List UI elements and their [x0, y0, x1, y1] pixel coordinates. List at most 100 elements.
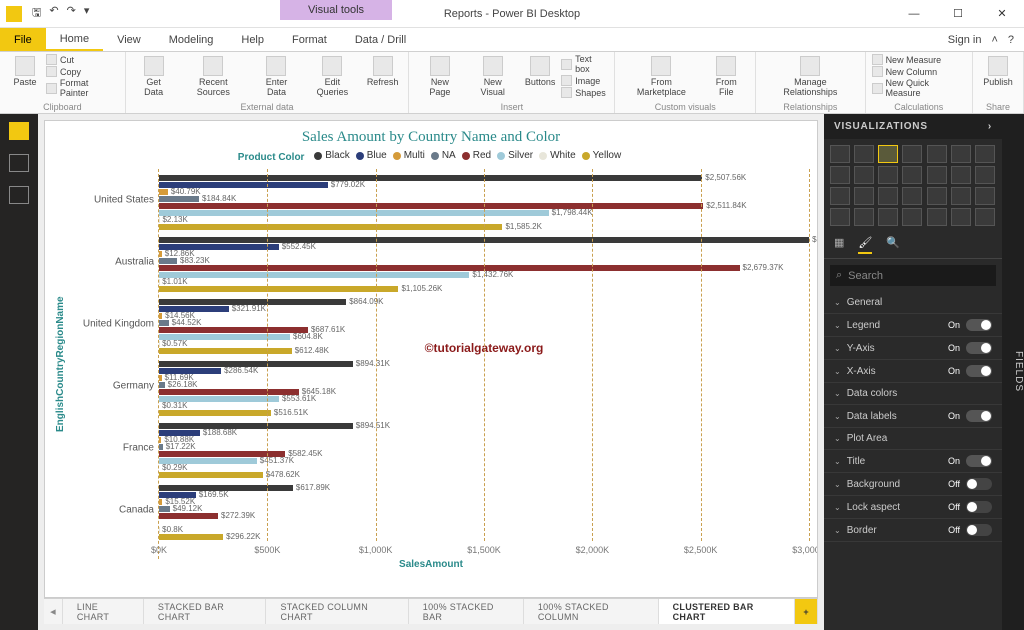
vis-type-icon[interactable] [878, 208, 898, 226]
menu-tab-view[interactable]: View [103, 28, 155, 51]
format-property[interactable]: ⌄Lock aspectOff [824, 496, 1002, 519]
vis-type-icon[interactable] [830, 187, 850, 205]
copy-button[interactable]: Copy [46, 66, 119, 77]
model-view-icon[interactable] [9, 186, 29, 204]
vis-type-icon[interactable] [854, 166, 874, 184]
vis-type-icon[interactable] [927, 208, 947, 226]
format-property[interactable]: ⌄Data colors [824, 383, 1002, 405]
close-button[interactable]: ✕ [980, 0, 1024, 28]
vis-type-icon[interactable] [927, 145, 947, 163]
new-quick-measure-button[interactable]: New Quick Measure [872, 78, 966, 98]
manage-relationships-button[interactable]: Manage Relationships [762, 54, 858, 100]
textbox-button[interactable]: Text box [561, 54, 608, 74]
page-tab[interactable]: CLUSTERED BAR CHART [659, 599, 796, 624]
format-property[interactable]: ⌄TitleOn [824, 450, 1002, 473]
vis-type-icon[interactable] [902, 145, 922, 163]
new-column-button[interactable]: New Column [872, 66, 966, 77]
shapes-button[interactable]: Shapes [561, 87, 608, 98]
enter-data-button[interactable]: Enter Data [251, 54, 302, 100]
menu-tab-help[interactable]: Help [227, 28, 278, 51]
format-property[interactable]: ⌄Plot Area [824, 428, 1002, 450]
format-property[interactable]: ⌄BorderOff [824, 519, 1002, 542]
page-tab[interactable]: 100% STACKED COLUMN [524, 599, 659, 624]
buttons-button[interactable]: Buttons [521, 54, 559, 90]
menu-tab-data-drill[interactable]: Data / Drill [341, 28, 420, 51]
menu-tab-format[interactable]: Format [278, 28, 341, 51]
edit-queries-button[interactable]: Edit Queries [304, 54, 361, 100]
legend-item: White [539, 150, 576, 161]
from-marketplace-button[interactable]: From Marketplace [621, 54, 701, 100]
format-property[interactable]: ⌄LegendOn [824, 314, 1002, 337]
vis-type-icon[interactable] [975, 145, 995, 163]
data-label: $617.89K [296, 483, 330, 492]
vis-type-icon[interactable] [951, 187, 971, 205]
vis-type-icon[interactable] [878, 187, 898, 205]
add-page-button[interactable]: + [795, 599, 818, 624]
vis-type-icon[interactable] [830, 145, 850, 163]
vis-type-icon[interactable] [975, 187, 995, 205]
file-menu[interactable]: File [0, 28, 46, 51]
tabs-scroll-left[interactable]: ◂ [44, 599, 63, 624]
redo-icon[interactable]: ↷ [67, 4, 76, 23]
recent-sources-button[interactable]: Recent Sources [178, 54, 250, 100]
menu-tab-home[interactable]: Home [46, 28, 103, 51]
vis-type-icon[interactable] [975, 208, 995, 226]
fields-pane-collapsed[interactable]: FIELDS [1002, 114, 1024, 630]
vis-type-icon[interactable] [854, 187, 874, 205]
qat-dropdown-icon[interactable]: ▾ [84, 4, 90, 23]
vis-type-icon[interactable] [830, 166, 850, 184]
chart-visual[interactable]: Sales Amount by Country Name and Color P… [44, 120, 818, 598]
vis-type-icon[interactable] [902, 208, 922, 226]
minimize-button[interactable]: — [892, 0, 936, 28]
page-tab[interactable]: STACKED BAR CHART [144, 599, 267, 624]
vis-type-icon[interactable] [951, 145, 971, 163]
maximize-button[interactable]: ☐ [936, 0, 980, 28]
vis-type-icon[interactable] [975, 166, 995, 184]
app-icon [6, 6, 22, 22]
vis-type-icon[interactable] [830, 208, 850, 226]
vis-type-icon[interactable] [878, 145, 898, 163]
format-property[interactable]: ⌄General [824, 292, 1002, 314]
fields-tab-icon[interactable]: ▦ [834, 236, 844, 254]
page-tab[interactable]: STACKED COLUMN CHART [266, 599, 408, 624]
get-data-button[interactable]: Get Data [132, 54, 176, 100]
vis-type-icon[interactable] [902, 166, 922, 184]
vis-type-icon[interactable] [878, 166, 898, 184]
data-view-icon[interactable] [9, 154, 29, 172]
new-measure-button[interactable]: New Measure [872, 54, 966, 65]
page-tab[interactable]: LINE CHART [63, 599, 144, 624]
refresh-button[interactable]: Refresh [363, 54, 402, 90]
vis-type-icon[interactable] [951, 208, 971, 226]
report-view-icon[interactable] [9, 122, 29, 140]
from-file-button[interactable]: From File [703, 54, 749, 100]
format-search[interactable]: ⌕Search [830, 265, 996, 286]
format-tab-icon[interactable]: 🖌 [858, 236, 872, 254]
format-property[interactable]: ⌄BackgroundOff [824, 473, 1002, 496]
publish-button[interactable]: Publish [979, 54, 1017, 90]
format-property[interactable]: ⌄Data labelsOn [824, 405, 1002, 428]
save-icon[interactable]: 🖫 [32, 4, 41, 23]
cut-button[interactable]: Cut [46, 54, 119, 65]
sign-in-link[interactable]: Sign in [948, 34, 982, 46]
format-property[interactable]: ⌄Y-AxisOn [824, 337, 1002, 360]
new-page-button[interactable]: New Page [415, 54, 464, 100]
new-visual-button[interactable]: New Visual [466, 54, 519, 100]
format-property[interactable]: ⌄X-AxisOn [824, 360, 1002, 383]
vis-type-icon[interactable] [927, 187, 947, 205]
collapse-pane-icon[interactable]: › [988, 121, 992, 132]
undo-icon[interactable]: ↶ [49, 4, 58, 23]
vis-type-icon[interactable] [854, 208, 874, 226]
bar [159, 224, 502, 230]
help-icon[interactable]: ? [1008, 34, 1014, 46]
image-button[interactable]: Image [561, 75, 608, 86]
vis-type-icon[interactable] [854, 145, 874, 163]
analytics-tab-icon[interactable]: 🔍 [886, 236, 900, 254]
menu-tab-modeling[interactable]: Modeling [155, 28, 228, 51]
chevron-up-icon[interactable]: ˄ [991, 34, 997, 46]
page-tab[interactable]: 100% STACKED BAR [409, 599, 524, 624]
vis-type-icon[interactable] [927, 166, 947, 184]
format-painter-button[interactable]: Format Painter [46, 78, 119, 98]
vis-type-icon[interactable] [951, 166, 971, 184]
vis-type-icon[interactable] [902, 187, 922, 205]
paste-button[interactable]: Paste [6, 54, 44, 90]
